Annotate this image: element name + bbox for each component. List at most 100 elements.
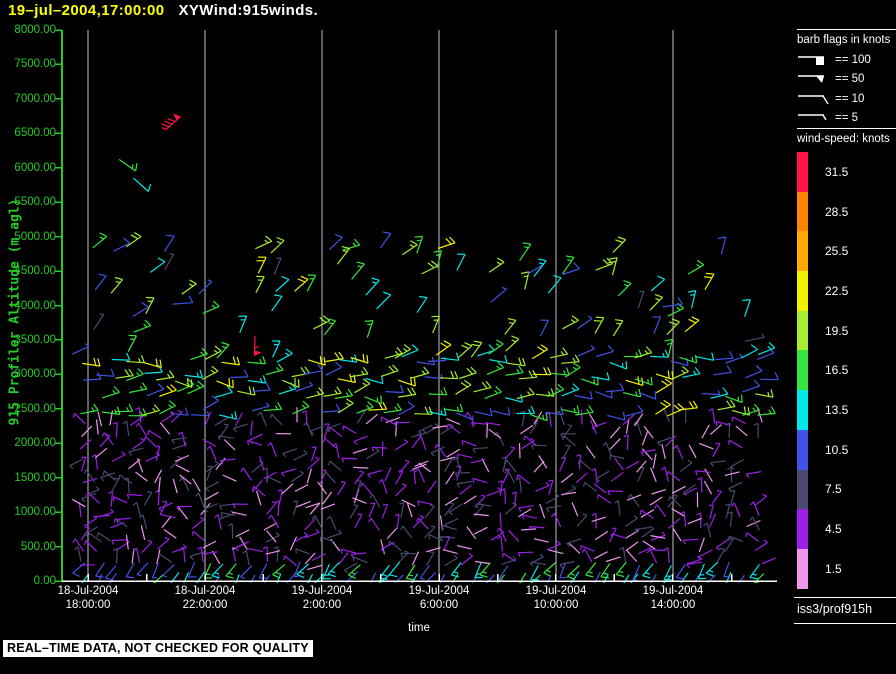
wind-barb	[414, 406, 433, 415]
wind-barb	[112, 421, 118, 438]
wind-barb	[738, 574, 745, 583]
wind-barb	[108, 491, 114, 507]
wind-barb	[133, 177, 152, 192]
wind-barb	[304, 552, 316, 565]
wind-barb	[303, 421, 313, 437]
wind-barb	[706, 574, 716, 583]
colorbar-swatch	[797, 469, 808, 510]
colorbar-entry: 10.5	[797, 429, 896, 470]
wind-barb	[459, 484, 472, 495]
wind-barb	[206, 445, 217, 461]
wind-barb	[304, 518, 316, 531]
wind-barb	[432, 425, 448, 429]
wind-barb-pennant	[254, 350, 262, 356]
wind-barb	[227, 523, 234, 539]
wind-barb	[600, 563, 611, 579]
wind-barb	[517, 551, 534, 557]
wind-barb	[456, 453, 473, 459]
wind-barb	[609, 454, 625, 460]
wind-barb	[699, 442, 714, 450]
wind-barb	[163, 529, 177, 539]
wind-barb	[94, 273, 107, 291]
wind-barb	[746, 519, 761, 528]
wind-barb	[420, 435, 427, 451]
wind-barb	[655, 399, 671, 415]
wind-barb	[265, 363, 284, 376]
wind-barb	[742, 299, 751, 317]
wind-barb	[263, 574, 271, 583]
wind-barb	[266, 501, 277, 515]
wind-barb	[562, 315, 579, 330]
wind-barb	[157, 536, 170, 550]
wind-barb	[693, 575, 700, 583]
wind-barb	[102, 386, 120, 399]
wind-barb	[323, 386, 342, 397]
wind-barb	[561, 383, 580, 397]
wind-barb	[294, 483, 309, 492]
wind-barb	[473, 526, 488, 535]
wind-barb	[187, 380, 205, 395]
wind-barb	[496, 574, 506, 583]
wind-barb	[92, 232, 108, 249]
wind-barb	[276, 348, 293, 363]
wind-barb	[353, 435, 368, 446]
wind-barb	[444, 457, 453, 472]
barb-flag-legend-item: == 50	[797, 70, 896, 90]
wind-barb	[473, 380, 492, 393]
wind-barb	[215, 385, 233, 398]
wind-barb	[143, 358, 162, 369]
wind-barb	[607, 490, 623, 496]
wind-barb	[82, 477, 98, 484]
wind-barb	[617, 279, 632, 297]
wind-barb	[161, 515, 172, 529]
wind-barb	[310, 446, 317, 462]
wind-barb	[457, 342, 473, 359]
wind-barb	[181, 279, 197, 295]
wind-barb	[72, 343, 89, 355]
wind-barb	[378, 574, 390, 583]
wind-barb	[668, 518, 681, 529]
wind-barb	[561, 491, 577, 496]
wind-barb	[95, 562, 105, 578]
wind-barb	[131, 437, 145, 450]
wind-barb	[365, 277, 380, 296]
wind-barb	[444, 517, 459, 529]
colorbar-entry: 31.5	[797, 152, 896, 192]
wind-barb	[354, 513, 363, 528]
wind-barb	[93, 313, 105, 330]
wind-barb	[111, 352, 131, 361]
colorbar-swatch	[797, 231, 808, 272]
wind-barb	[306, 274, 317, 292]
wind-barb	[158, 553, 173, 563]
wind-barb	[516, 474, 531, 485]
wind-barb	[187, 562, 197, 578]
wind-barb	[435, 340, 452, 356]
wind-barb	[294, 275, 309, 292]
wind-barb	[472, 477, 488, 484]
wind-barb	[533, 538, 549, 543]
wind-barb	[650, 549, 666, 552]
wind-barb	[172, 478, 178, 494]
wind-barb	[174, 377, 193, 388]
wind-barb	[322, 437, 337, 449]
wind-barb	[368, 517, 380, 531]
wind-barb	[731, 416, 747, 425]
wind-barb	[711, 490, 722, 504]
wind-barb	[421, 260, 439, 275]
wind-barb	[559, 561, 575, 569]
wind-barb	[235, 529, 250, 538]
wind-barb	[585, 562, 597, 578]
wind-barb	[623, 574, 630, 583]
wind-barb	[516, 387, 535, 400]
wind-barb	[448, 503, 463, 516]
wind-barb	[440, 352, 460, 361]
wind-barb	[162, 563, 175, 578]
wind-barb	[378, 478, 388, 494]
wind-barb	[368, 502, 376, 518]
wind-barb	[456, 253, 466, 271]
wind-barb	[240, 467, 253, 481]
colorbar-entry: 19.5	[797, 310, 896, 351]
wind-barb	[476, 503, 492, 509]
wind-barb	[562, 444, 571, 460]
wind-barb	[446, 418, 461, 426]
